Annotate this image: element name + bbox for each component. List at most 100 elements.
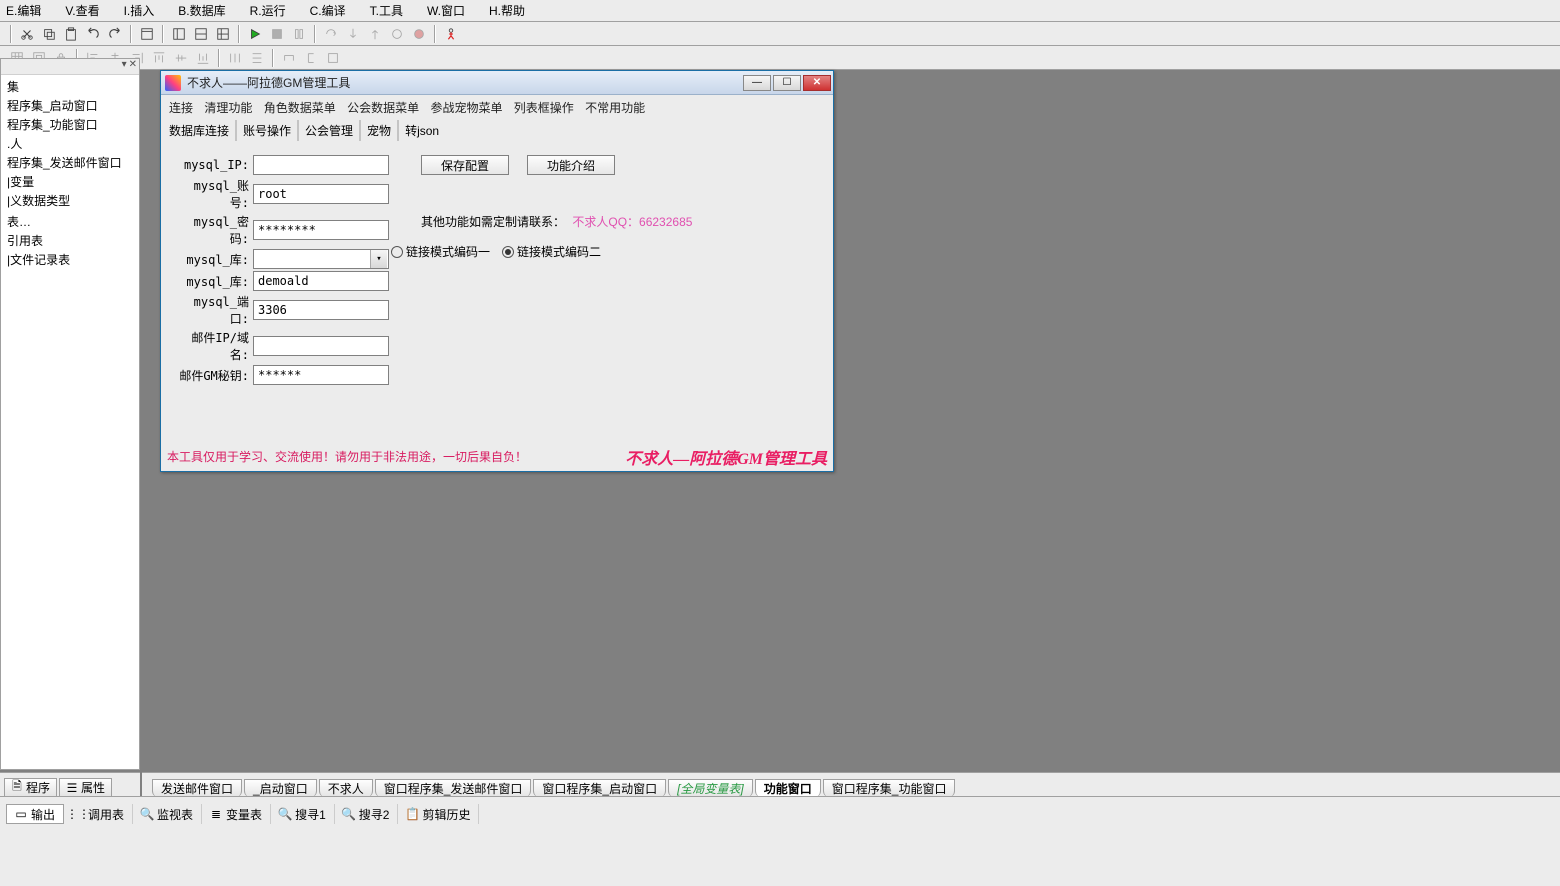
contact-qq: 不求人QQ：66232685: [572, 215, 692, 229]
undo-icon[interactable]: [84, 25, 102, 43]
minimize-button[interactable]: —: [743, 75, 771, 91]
label-mail-ip: 邮件IP/域名:: [177, 329, 253, 363]
tab-global-vars[interactable]: [全局变量表]: [668, 779, 753, 797]
input-mail-ip[interactable]: [253, 336, 389, 356]
menu-compile[interactable]: C.编译: [310, 2, 358, 19]
save-config-button[interactable]: 保存配置: [421, 155, 509, 175]
layout2-icon[interactable]: [192, 25, 210, 43]
input-mysql-dbt[interactable]: demoald: [253, 271, 389, 291]
menu-connect[interactable]: 连接: [169, 101, 193, 115]
menu-view[interactable]: V.查看: [65, 2, 111, 19]
tab-dbconn[interactable]: 数据库连接: [169, 120, 236, 141]
tab-start-window[interactable]: _启动窗口: [244, 779, 317, 797]
tree-item[interactable]: |文件记录表: [5, 250, 139, 269]
sidebar-close-icon[interactable]: ✕: [129, 59, 137, 74]
close-button[interactable]: ✕: [803, 75, 831, 91]
input-mail-key[interactable]: ******: [253, 365, 389, 385]
tree-item[interactable]: 程序集_功能窗口: [5, 115, 139, 134]
warning-text: 本工具仅用于学习、交流使用！请勿用于非法用途，一切后果自负！: [167, 448, 527, 465]
input-mysql-port[interactable]: 3306: [253, 300, 389, 320]
layout3-icon[interactable]: [214, 25, 232, 43]
tab-account[interactable]: 账号操作: [236, 120, 298, 141]
tree-item[interactable]: 程序集_发送邮件窗口: [5, 153, 139, 172]
inner-tabs: 数据库连接 账号操作 公会管理 宠物 转json: [161, 118, 833, 147]
input-mysql-pwd[interactable]: ********: [253, 220, 389, 240]
tab-search2[interactable]: 🔍 搜寻2: [335, 804, 399, 824]
tab-progset-function[interactable]: 窗口程序集_功能窗口: [823, 779, 956, 797]
output-icon: ▭: [15, 808, 27, 820]
breakpoint-icon: [410, 25, 428, 43]
tree-item[interactable]: 引用表: [5, 231, 139, 250]
redo-icon[interactable]: [106, 25, 124, 43]
radio-encode-1[interactable]: 链接模式编码一: [391, 243, 490, 260]
tab-pet[interactable]: 宠物: [360, 120, 398, 141]
tab-progset-start[interactable]: 窗口程序集_启动窗口: [533, 779, 666, 797]
menu-guilddata[interactable]: 公会数据菜单: [347, 101, 419, 115]
tree-item[interactable]: 表…: [5, 212, 139, 231]
input-mysql-ip[interactable]: [253, 155, 389, 175]
tree-item[interactable]: 集: [5, 77, 139, 96]
menu-cleanup[interactable]: 清理功能: [204, 101, 252, 115]
label-mysql-db: mysql_库:: [177, 251, 253, 268]
sidebar-pin-icon[interactable]: ▾: [122, 59, 127, 74]
inner-menubar: 连接 清理功能 角色数据菜单 公会数据菜单 参战宠物菜单 列表框操作 不常用功能: [161, 95, 833, 118]
tab-calltable[interactable]: ⋮⋮ 调用表: [64, 804, 133, 824]
menu-run[interactable]: R.运行: [250, 2, 298, 19]
tree-item[interactable]: .人: [5, 134, 139, 153]
input-mysql-acct[interactable]: root: [253, 184, 389, 204]
window-title: 不求人——阿拉德GM管理工具: [185, 74, 741, 91]
menu-edit[interactable]: E.编辑: [6, 2, 53, 19]
paste-icon[interactable]: [62, 25, 80, 43]
menu-listbox[interactable]: 列表框操作: [514, 101, 574, 115]
tree-item[interactable]: 程序集_启动窗口: [5, 96, 139, 115]
tab-program[interactable]: 🗎 程序: [4, 778, 57, 796]
layout1-icon[interactable]: [170, 25, 188, 43]
design-canvas: 不求人——阿拉德GM管理工具 — ☐ ✕ 连接 清理功能 角色数据菜单 公会数据…: [142, 70, 1560, 772]
step-in-icon: [344, 25, 362, 43]
toolbar-2: [0, 46, 1560, 70]
tab-watch[interactable]: 🔍 监视表: [133, 804, 202, 824]
tab-send-mail-window[interactable]: 发送邮件窗口: [152, 779, 242, 797]
copy-icon[interactable]: [40, 25, 58, 43]
label-mysql-dbt: mysql_库:: [177, 273, 253, 290]
menu-petdata[interactable]: 参战宠物菜单: [430, 101, 502, 115]
tab-progset-sendmail[interactable]: 窗口程序集_发送邮件窗口: [375, 779, 532, 797]
clipboard-icon: 📋: [406, 808, 418, 820]
label-mysql-port: mysql_端口:: [177, 293, 253, 327]
tab-guild[interactable]: 公会管理: [298, 120, 360, 141]
menu-insert[interactable]: I.插入: [124, 2, 167, 19]
run-person-icon[interactable]: [442, 25, 460, 43]
radio-encode-2[interactable]: 链接模式编码二: [502, 243, 601, 260]
select-mysql-db[interactable]: [253, 249, 389, 269]
menu-chardata[interactable]: 角色数据菜单: [264, 101, 336, 115]
menu-tools[interactable]: T.工具: [370, 2, 415, 19]
tab-output[interactable]: ▭ 输出: [6, 804, 64, 824]
tab-function-window[interactable]: 功能窗口: [755, 779, 821, 797]
tab-json[interactable]: 转json: [398, 120, 445, 141]
tree-item[interactable]: |义数据类型: [5, 191, 139, 210]
titlebar[interactable]: 不求人——阿拉德GM管理工具 — ☐ ✕: [161, 71, 833, 95]
tab-search1[interactable]: 🔍 搜寻1: [271, 804, 335, 824]
tree-item[interactable]: |变量: [5, 172, 139, 191]
sidebar-tree[interactable]: 集 程序集_启动窗口 程序集_功能窗口 .人 程序集_发送邮件窗口 |变量 |义…: [1, 75, 139, 271]
menu-help[interactable]: H.帮助: [489, 2, 537, 19]
play-icon[interactable]: [246, 25, 264, 43]
form-icon[interactable]: [138, 25, 156, 43]
brand-text: 不求人—阿拉德GM管理工具: [625, 445, 827, 469]
tab-buqiuren[interactable]: 不求人: [319, 779, 373, 797]
align-bottom-icon: [194, 49, 212, 67]
main-menubar: E.编辑 V.查看 I.插入 B.数据库 R.运行 C.编译 T.工具 W.窗口…: [0, 0, 1560, 22]
tab-clipboard[interactable]: 📋 剪辑历史: [398, 804, 479, 824]
same-height-icon: [302, 49, 320, 67]
pause-icon: [290, 25, 308, 43]
menu-rare[interactable]: 不常用功能: [585, 101, 645, 115]
tab-vars[interactable]: ≣ 变量表: [202, 804, 271, 824]
tab-properties[interactable]: ☰ 属性: [59, 778, 112, 796]
same-size-icon: [324, 49, 342, 67]
encoding-mode-radios: 链接模式编码一 链接模式编码二: [391, 243, 601, 260]
features-button[interactable]: 功能介绍: [527, 155, 615, 175]
cut-icon[interactable]: [18, 25, 36, 43]
menu-database[interactable]: B.数据库: [178, 2, 237, 19]
maximize-button[interactable]: ☐: [773, 75, 801, 91]
menu-window[interactable]: W.窗口: [427, 2, 477, 19]
